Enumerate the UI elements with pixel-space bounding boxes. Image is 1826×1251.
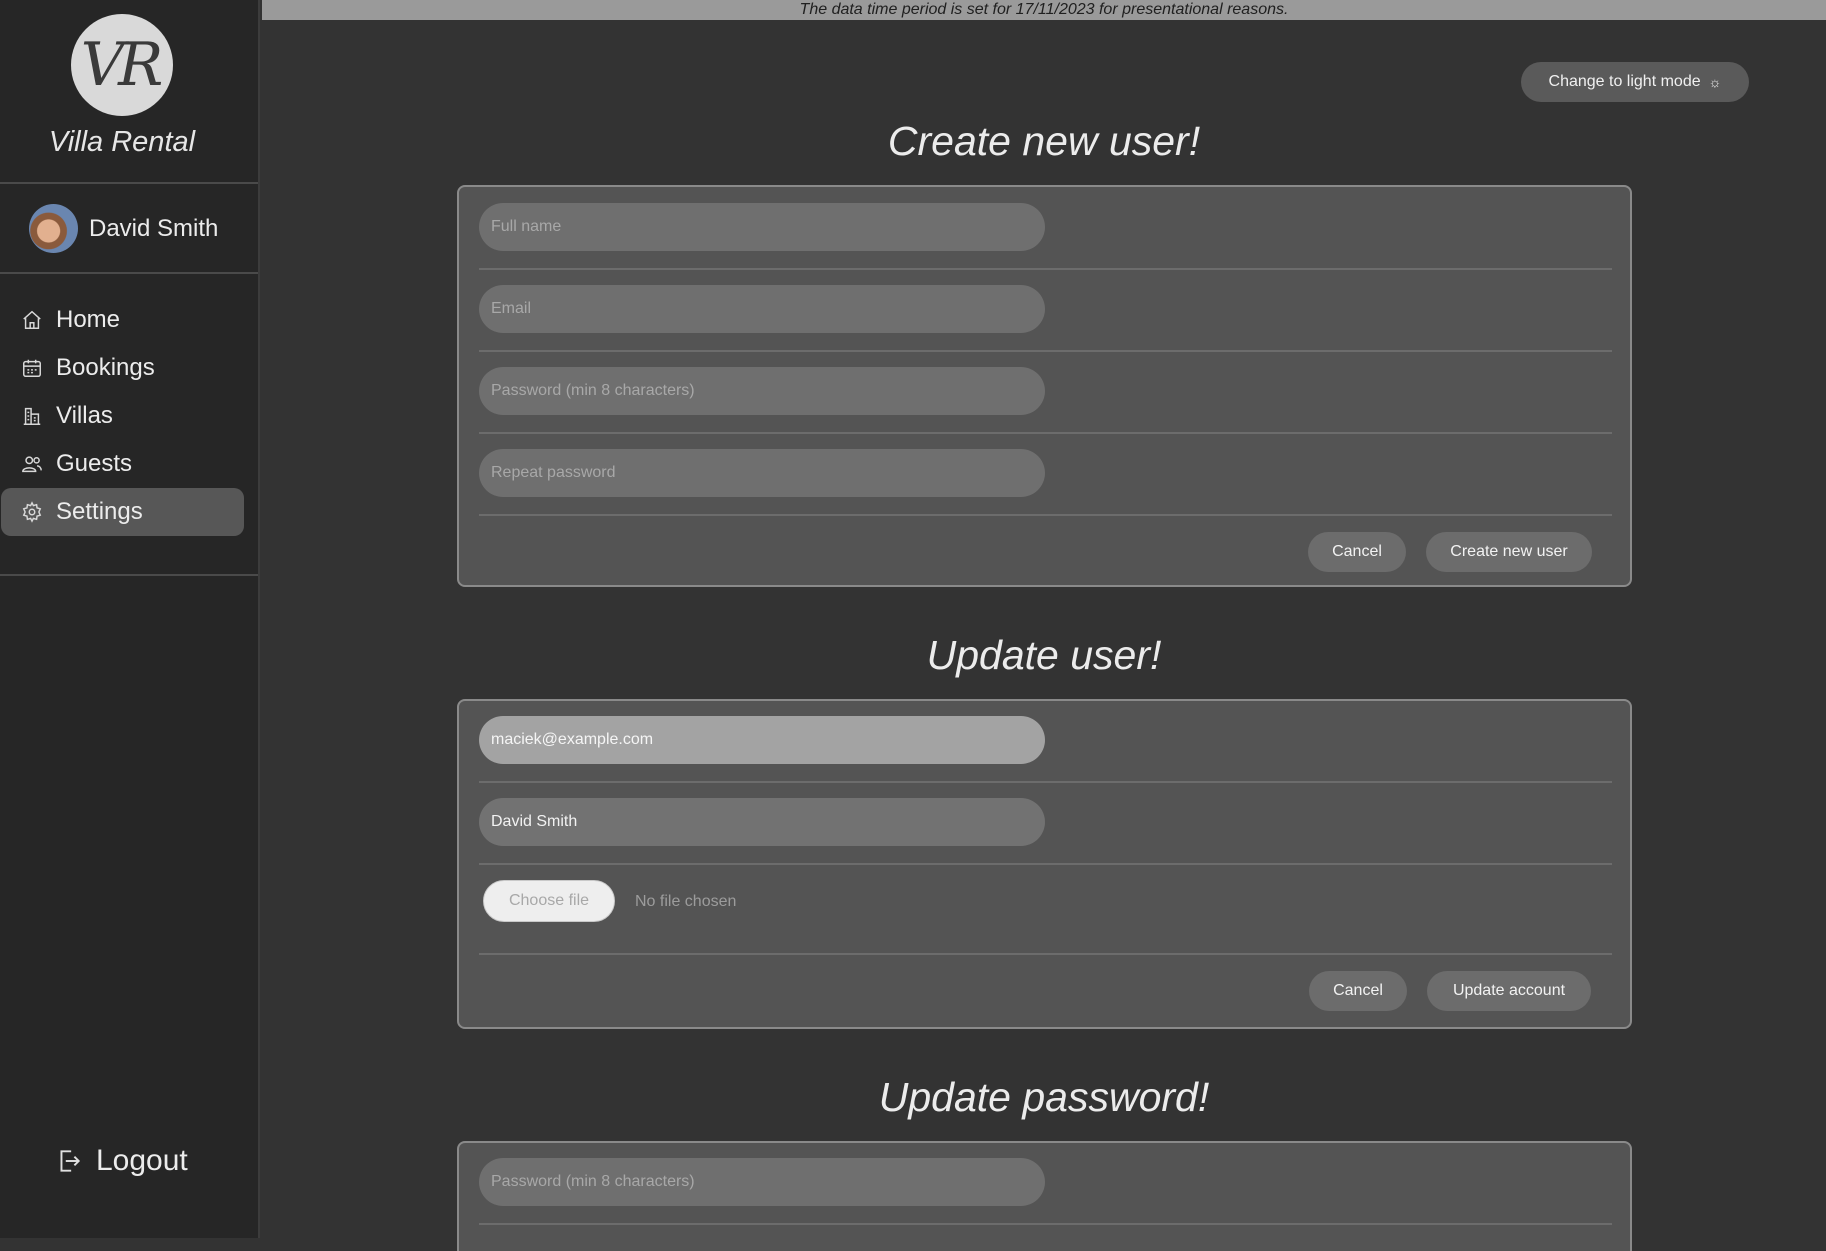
create-user-button[interactable]: Create new user xyxy=(1426,532,1592,572)
create-user-title: Create new user! xyxy=(887,118,1201,164)
building-icon xyxy=(20,404,44,428)
divider xyxy=(0,574,258,576)
sidebar-item-guests[interactable]: Guests xyxy=(0,440,258,488)
logout-button[interactable]: Logout xyxy=(56,1144,188,1178)
logo[interactable]: VR xyxy=(71,14,173,116)
users-icon xyxy=(20,452,44,476)
update-password-title: Update password! xyxy=(878,1074,1210,1120)
sidebar-item-label: Guests xyxy=(56,450,133,477)
repeat-password-input[interactable] xyxy=(479,449,1045,497)
logo-area: VR Villa Rental xyxy=(0,0,258,184)
divider xyxy=(479,1223,1612,1225)
create-user-form: Cancel Create new user xyxy=(457,185,1632,587)
update-user-title: Update user! xyxy=(926,632,1162,678)
sidebar-item-villas[interactable]: Villas xyxy=(0,392,258,440)
name-field[interactable] xyxy=(479,798,1045,846)
current-user: David Smith xyxy=(0,184,258,274)
sidebar: VR Villa Rental David Smith Home Booking… xyxy=(0,0,260,1238)
sidebar-item-bookings[interactable]: Bookings xyxy=(0,344,258,392)
theme-toggle-button[interactable]: Change to light mode ☼ xyxy=(1521,62,1749,102)
logout-icon xyxy=(56,1146,84,1176)
divider xyxy=(479,953,1612,955)
update-user-form: Choose file No file chosen Cancel Update… xyxy=(457,699,1632,1029)
user-name: David Smith xyxy=(89,215,219,242)
sidebar-item-label: Settings xyxy=(56,498,143,525)
logout-label: Logout xyxy=(96,1144,188,1177)
cancel-button[interactable]: Cancel xyxy=(1309,971,1407,1011)
info-banner: The data time period is set for 17/11/20… xyxy=(262,0,1826,20)
sidebar-item-home[interactable]: Home xyxy=(0,296,258,344)
choose-file-button[interactable]: Choose file xyxy=(483,880,615,922)
email-input[interactable] xyxy=(479,285,1045,333)
gear-icon xyxy=(20,500,44,524)
sidebar-item-label: Villas xyxy=(56,402,113,429)
new-password-input[interactable] xyxy=(479,1158,1045,1206)
cancel-button[interactable]: Cancel xyxy=(1308,532,1406,572)
password-input[interactable] xyxy=(479,367,1045,415)
calendar-icon xyxy=(20,356,44,380)
sidebar-item-settings[interactable]: Settings xyxy=(1,488,244,536)
divider xyxy=(479,863,1612,865)
update-password-form xyxy=(457,1141,1632,1251)
sidebar-item-label: Home xyxy=(56,306,121,333)
update-account-button[interactable]: Update account xyxy=(1427,971,1591,1011)
home-icon xyxy=(20,308,44,332)
avatar[interactable] xyxy=(29,204,78,253)
email-field[interactable] xyxy=(479,716,1045,764)
divider xyxy=(479,350,1612,352)
full-name-input[interactable] xyxy=(479,203,1045,251)
file-status: No file chosen xyxy=(635,893,737,910)
divider xyxy=(479,514,1612,516)
divider xyxy=(479,432,1612,434)
divider xyxy=(479,268,1612,270)
logo-text: VR xyxy=(80,30,163,100)
theme-toggle-label: Change to light mode xyxy=(1548,73,1701,90)
sidebar-item-label: Bookings xyxy=(56,354,155,381)
sun-icon: ☼ xyxy=(1708,74,1722,90)
divider xyxy=(479,781,1612,783)
brand-name: Villa Rental xyxy=(48,126,196,158)
sidebar-nav: Home Bookings Villas Guests Settings xyxy=(0,296,258,536)
